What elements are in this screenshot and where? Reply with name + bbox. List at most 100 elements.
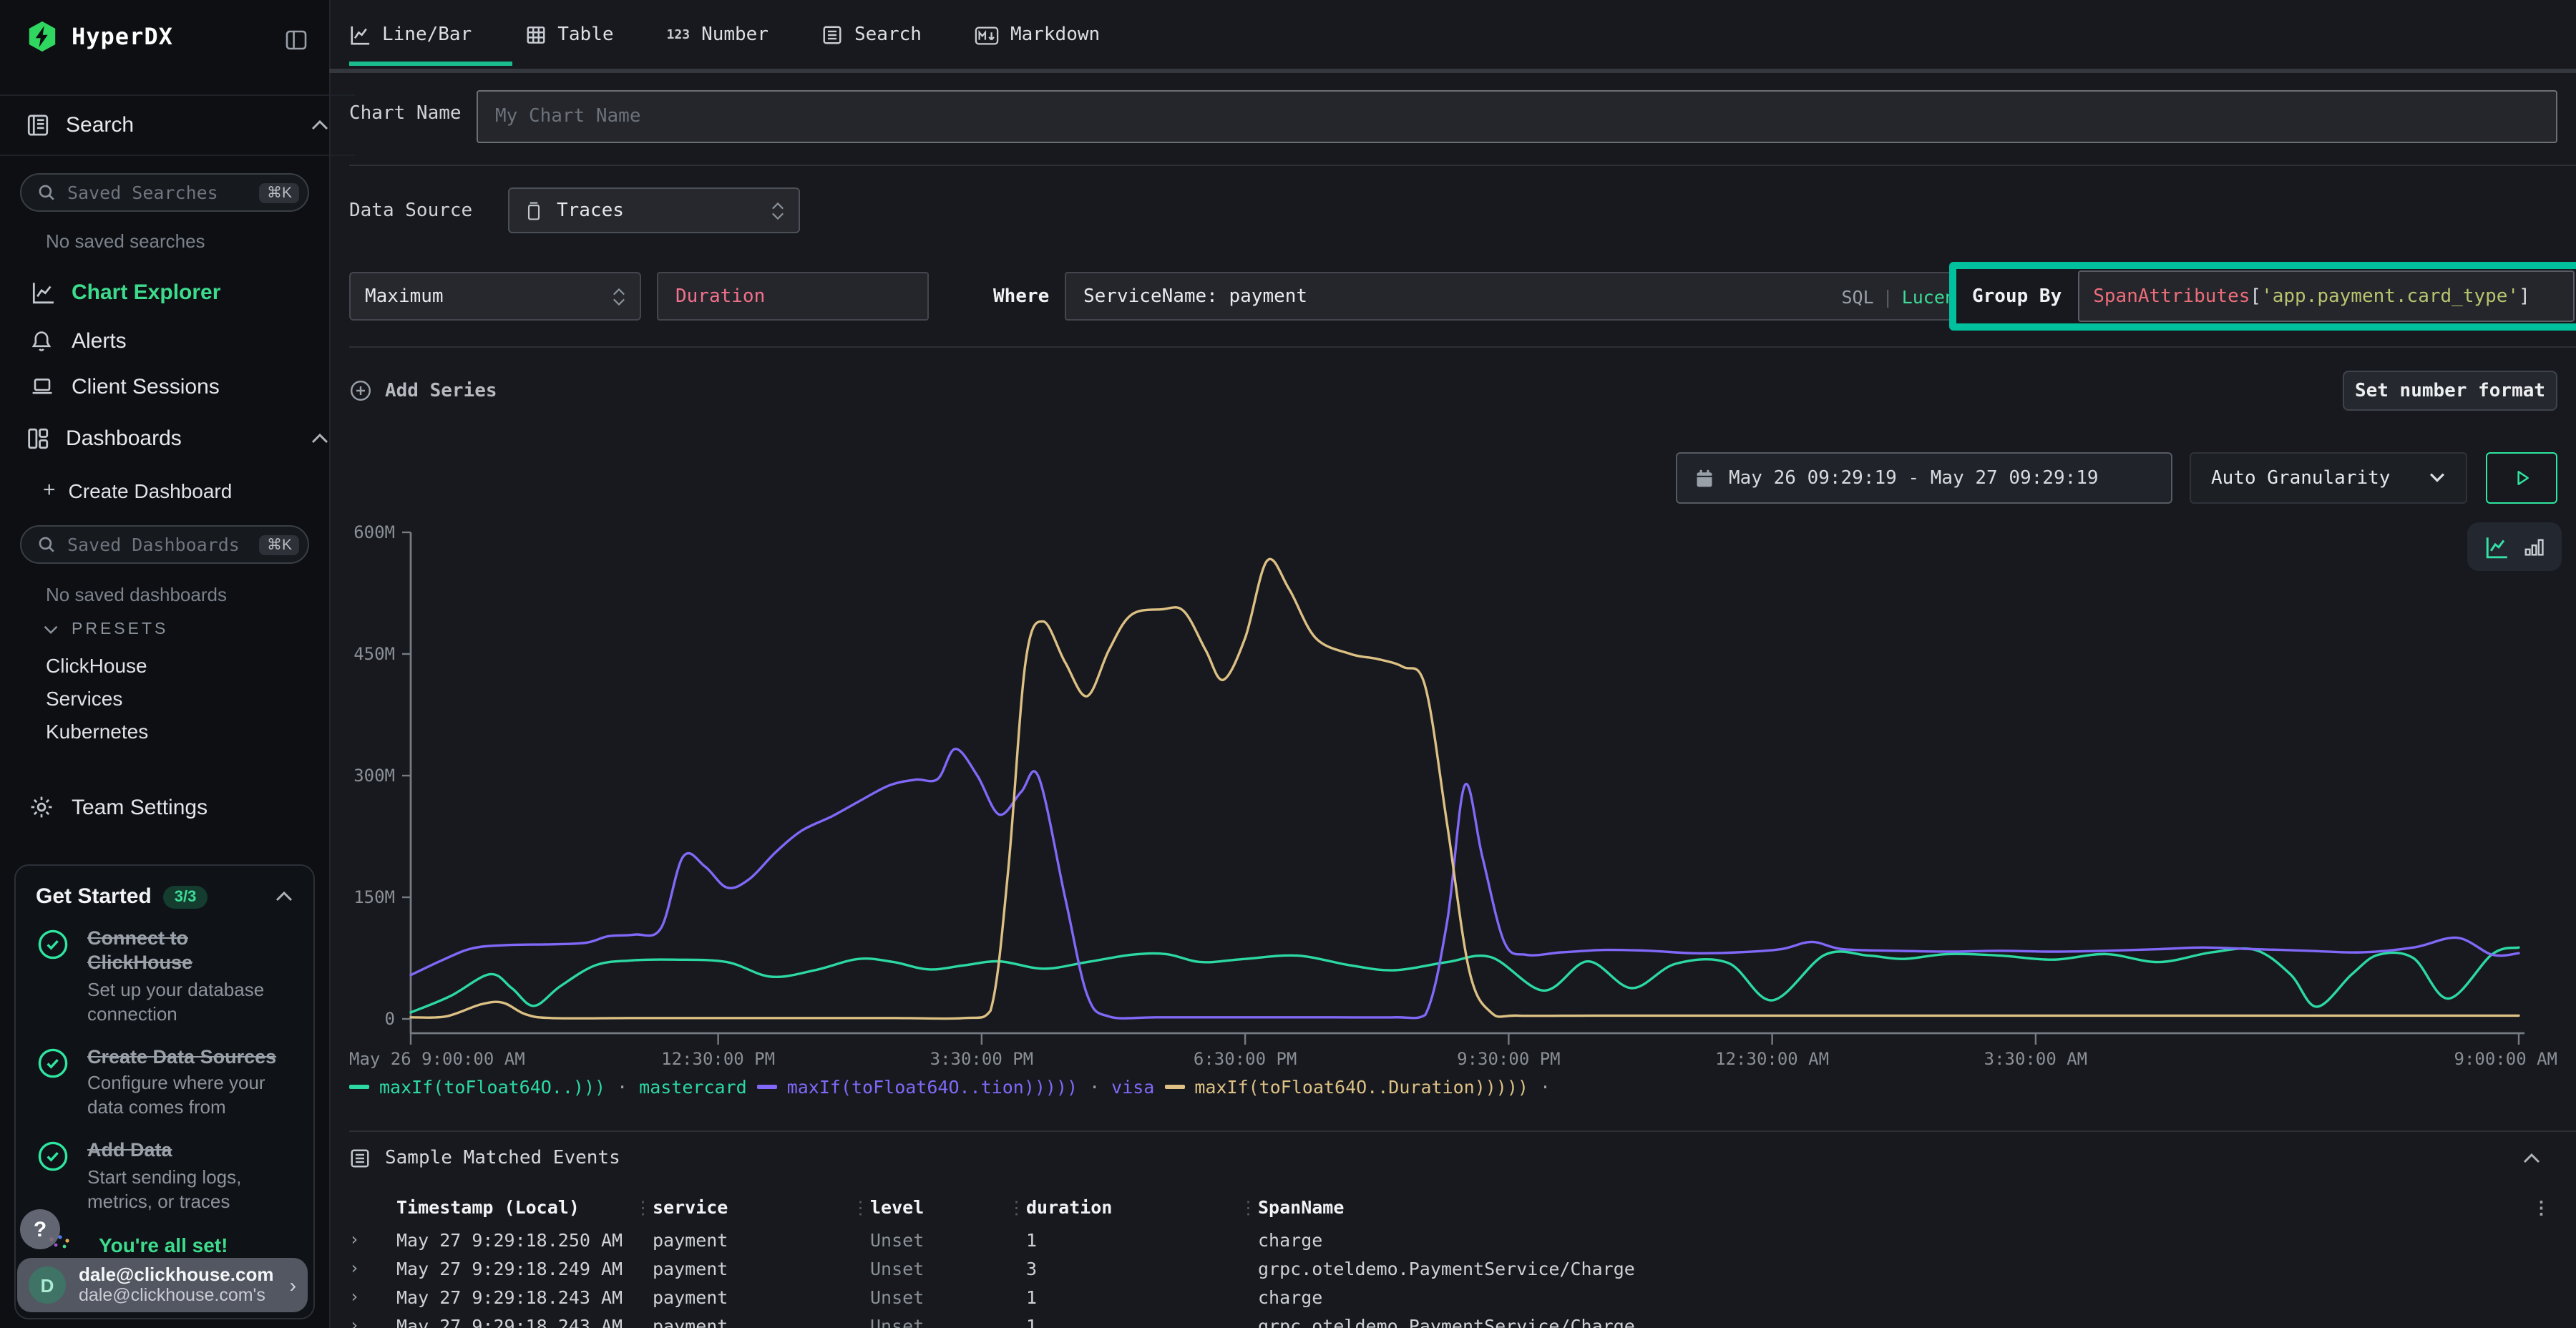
chevron-down-icon: [43, 624, 59, 635]
column-header-level[interactable]: level: [870, 1196, 1026, 1217]
divider: [349, 165, 2576, 166]
legend-swatch: [349, 1085, 369, 1089]
database-icon: [524, 200, 544, 221]
tab-markdown[interactable]: Markdown: [975, 0, 1100, 66]
preset-kubernetes[interactable]: Kubernetes: [46, 720, 148, 743]
help-button[interactable]: ?: [20, 1209, 60, 1249]
create-dashboard-button[interactable]: + Create Dashboard: [43, 478, 232, 502]
table-row[interactable]: ›May 27 9:29:18.249 AMpaymentUnset3grpc.…: [349, 1254, 2576, 1282]
dashboards-section-label: Dashboards: [66, 426, 182, 450]
presets-section-toggle[interactable]: PRESETS: [43, 621, 168, 638]
main-content: Line/Bar Table 123 Number Search: [329, 0, 2576, 1328]
sidebar-collapse-icon[interactable]: [283, 29, 309, 52]
chevron-up-icon[interactable]: [275, 890, 293, 903]
table-row[interactable]: ›May 27 9:29:18.250 AMpaymentUnset1charg…: [349, 1225, 2576, 1254]
search-icon: [37, 535, 56, 554]
tab-table[interactable]: Table: [525, 0, 613, 66]
get-started-item-title: Add Data: [87, 1139, 293, 1163]
brand-logo[interactable]: HyperDX: [26, 20, 173, 53]
svg-text:12:30:00 PM: 12:30:00 PM: [661, 1049, 775, 1069]
help-label: ?: [34, 1217, 47, 1241]
get-started-item[interactable]: Add Data Start sending logs, metrics, or…: [36, 1139, 293, 1214]
chart-type-tabs: Line/Bar Table 123 Number Search: [329, 0, 2576, 73]
row-expand-icon[interactable]: ›: [349, 1286, 396, 1307]
sidebar-section-dashboards[interactable]: Dashboards: [0, 416, 355, 459]
chevron-up-icon[interactable]: [311, 119, 329, 132]
chart-canvas: 0150M300M450M600MMay 26 9:00:00 AM12:30:…: [349, 512, 2576, 1073]
shortcut-badge: ⌘K: [260, 182, 299, 202]
svg-text:6:30:00 PM: 6:30:00 PM: [1194, 1049, 1297, 1069]
saved-dashboards-input[interactable]: Saved Dashboards ⌘K: [20, 525, 309, 564]
aggregation-value: Maximum: [365, 285, 444, 307]
screen: HyperDX Search Saved Searches ⌘K No save…: [0, 0, 2576, 1328]
events-panel-header[interactable]: Sample Matched Events: [349, 1141, 2576, 1175]
sidebar-section-search[interactable]: Search: [0, 94, 355, 156]
user-menu[interactable]: D dale@clickhouse.com dale@clickhouse.co…: [17, 1258, 308, 1312]
row-expand-icon[interactable]: ›: [349, 1315, 396, 1328]
chevron-up-icon[interactable]: [2522, 1151, 2542, 1164]
user-org: dale@clickhouse.com's: [79, 1286, 273, 1307]
sql-toggle[interactable]: SQL: [1841, 285, 1873, 307]
row-expand-icon[interactable]: ›: [349, 1258, 396, 1278]
legend-entry[interactable]: maxIf(toFloat64O..tion)))))·visa: [757, 1076, 1155, 1098]
svg-text:450M: 450M: [353, 644, 395, 664]
chevron-up-icon[interactable]: [311, 431, 329, 444]
saved-searches-placeholder: Saved Searches: [67, 182, 248, 203]
markdown-icon: [975, 25, 999, 45]
legend-entry[interactable]: maxIf(toFloat64O..)))·mastercard: [349, 1076, 747, 1098]
legend-entry[interactable]: maxIf(toFloat64O..Duration)))))·: [1164, 1076, 1552, 1098]
sidebar-item-chart-explorer[interactable]: Chart Explorer: [0, 272, 329, 312]
get-started-item-desc: Configure where your data comes from: [87, 1073, 293, 1121]
brand-name: HyperDX: [72, 23, 173, 50]
granularity-select[interactable]: Auto Granularity: [2190, 452, 2467, 504]
table-row[interactable]: ›May 27 9:29:18.243 AMpaymentUnset1grpc.…: [349, 1311, 2576, 1328]
plus-icon: +: [43, 478, 56, 502]
svg-text:300M: 300M: [353, 766, 395, 786]
chart-name-input[interactable]: My Chart Name: [477, 90, 2557, 143]
calendar-icon: [1694, 467, 1714, 489]
column-header-timestamp[interactable]: Timestamp (Local): [396, 1196, 653, 1217]
preset-services[interactable]: Services: [46, 687, 122, 710]
get-started-item[interactable]: Connect to ClickHouse Set up your databa…: [36, 927, 293, 1027]
number-123-icon: 123: [667, 28, 691, 42]
get-started-celebration[interactable]: You're all set!: [36, 1234, 293, 1259]
table-row[interactable]: ›May 27 9:29:18.243 AMpaymentUnset1charg…: [349, 1282, 2576, 1311]
group-by-input[interactable]: SpanAttributes['app.payment.card_type']: [2077, 270, 2575, 322]
column-header-service[interactable]: service: [653, 1196, 870, 1217]
set-number-format-button[interactable]: Set number format: [2343, 371, 2557, 411]
sidebar-item-alerts[interactable]: Alerts: [0, 321, 329, 361]
group-by-label: Group By: [1956, 285, 2077, 307]
sidebar-item-team-settings[interactable]: Team Settings: [0, 787, 329, 827]
tab-label: Markdown: [1010, 24, 1100, 46]
saved-searches-input[interactable]: Saved Searches ⌘K: [20, 173, 309, 212]
list-icon: [821, 24, 843, 46]
sidebar-item-client-sessions[interactable]: Client Sessions: [0, 366, 329, 406]
date-range-value: May 26 09:29:19 - May 27 09:29:19: [1729, 467, 2099, 489]
group-by-highlight: Group By SpanAttributes['app.payment.car…: [1949, 262, 2576, 331]
kebab-menu-icon[interactable]: ⋮: [2524, 1196, 2576, 1217]
date-range-input[interactable]: May 26 09:29:19 - May 27 09:29:19: [1676, 452, 2172, 504]
play-icon: [2512, 468, 2532, 488]
row-expand-icon[interactable]: ›: [349, 1229, 396, 1249]
get-started-item[interactable]: Create Data Sources Configure where your…: [36, 1045, 293, 1120]
data-source-select[interactable]: Traces: [508, 187, 800, 233]
column-header-spanname[interactable]: SpanName: [1258, 1196, 2524, 1217]
preset-clickhouse[interactable]: ClickHouse: [46, 654, 147, 677]
events-table-header: Timestamp (Local) service level duration…: [349, 1191, 2576, 1222]
field-value: Duration: [675, 285, 765, 307]
list-icon: [349, 1147, 371, 1168]
tab-line-bar[interactable]: Line/Bar: [349, 0, 472, 66]
chart-legend: maxIf(toFloat64O..)))·mastercard maxIf(t…: [349, 1076, 1552, 1098]
where-input[interactable]: ServiceName: payment SQL|Lucene: [1065, 272, 1985, 321]
add-series-button[interactable]: Add Series: [349, 371, 497, 411]
avatar: D: [29, 1266, 66, 1304]
select-updown-icon: [613, 287, 625, 306]
tab-number[interactable]: 123 Number: [667, 0, 769, 66]
run-query-button[interactable]: [2486, 452, 2557, 504]
tab-search[interactable]: Search: [821, 0, 922, 66]
aggregation-select[interactable]: Maximum: [349, 272, 641, 321]
timeseries-chart[interactable]: 0150M300M450M600MMay 26 9:00:00 AM12:30:…: [349, 512, 2576, 1073]
column-header-duration[interactable]: duration: [1026, 1196, 1258, 1217]
field-input[interactable]: Duration: [657, 272, 929, 321]
chart-explorer-icon: [29, 280, 54, 304]
